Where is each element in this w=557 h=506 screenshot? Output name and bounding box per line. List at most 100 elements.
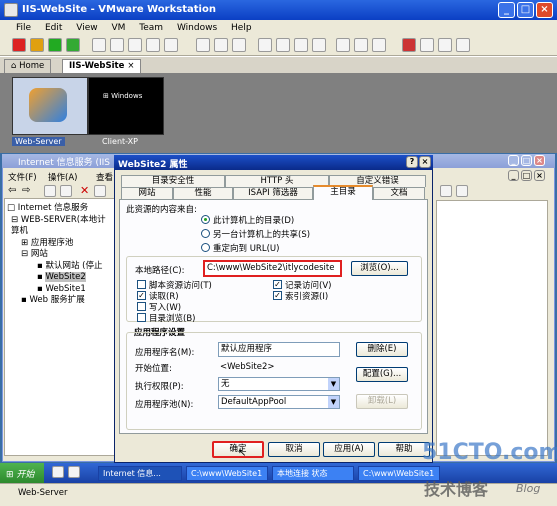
iis-maximize-icon[interactable]: □ xyxy=(521,155,532,166)
unity-icon[interactable] xyxy=(372,38,386,52)
record-icon[interactable] xyxy=(402,38,416,52)
tab-directory-security[interactable]: 目录安全性 xyxy=(121,175,225,187)
properties-icon[interactable] xyxy=(94,185,106,197)
checkbox-index-resource[interactable]: ✓ xyxy=(273,291,282,300)
tab-iis-website[interactable]: IIS-WebSite × xyxy=(62,59,142,73)
iis-menu-view[interactable]: 查看 xyxy=(96,171,113,183)
close-tab-icon[interactable]: × xyxy=(127,61,134,71)
radio-redirect-url[interactable] xyxy=(201,243,210,252)
minimize-icon[interactable]: _ xyxy=(498,2,515,18)
tab-website[interactable]: 网站 xyxy=(121,187,173,199)
clone-icon[interactable] xyxy=(164,38,178,52)
settings-icon[interactable] xyxy=(196,38,210,52)
appliance-icon[interactable] xyxy=(336,38,350,52)
suspend-icon[interactable] xyxy=(30,38,44,52)
menu-vm[interactable]: VM xyxy=(111,23,125,33)
checkbox-directory-browsing[interactable] xyxy=(137,313,146,322)
cancel-button[interactable]: 取消 xyxy=(268,442,320,457)
tree-node-websites[interactable]: ⊟ 网站 xyxy=(7,249,113,261)
menu-help[interactable]: Help xyxy=(231,23,252,33)
snapshot-icon[interactable] xyxy=(92,38,106,52)
up-folder-icon[interactable] xyxy=(44,185,56,197)
console-icon[interactable] xyxy=(354,38,368,52)
dropdown-arrow-icon[interactable]: ▼ xyxy=(328,396,339,408)
radio-local-directory[interactable] xyxy=(201,215,210,224)
execute-permissions-select[interactable]: 无 xyxy=(218,377,340,391)
apply-button[interactable]: 应用(A) xyxy=(323,442,375,457)
tree-node-server[interactable]: ⊟ WEB-SERVER(本地计算机 xyxy=(7,215,113,238)
tree-node-app-pools[interactable]: ⊞ 应用程序池 xyxy=(7,238,113,250)
show-tree-icon[interactable] xyxy=(60,185,72,197)
child-minimize-icon[interactable]: _ xyxy=(508,170,519,181)
quicklaunch-desktop-icon[interactable] xyxy=(52,466,64,478)
checkbox-write[interactable] xyxy=(137,302,146,311)
forward-icon[interactable]: ⇨ xyxy=(22,185,30,196)
iis-minimize-icon[interactable]: _ xyxy=(508,155,519,166)
child-close-icon[interactable]: × xyxy=(534,170,545,181)
capture-icon[interactable] xyxy=(438,38,452,52)
local-path-input[interactable]: C:\www\WebSite2\itlycodesite xyxy=(203,260,342,277)
devices-icon[interactable] xyxy=(214,38,228,52)
checkbox-log-visits[interactable]: ✓ xyxy=(273,280,282,289)
tab-home-directory[interactable]: 主目录 xyxy=(313,185,373,200)
reset-icon[interactable] xyxy=(66,38,80,52)
full-screen-icon[interactable] xyxy=(276,38,290,52)
child-maximize-icon[interactable]: □ xyxy=(521,170,532,181)
vm-thumb-web-server[interactable] xyxy=(12,77,88,135)
back-icon[interactable]: ⇦ xyxy=(8,185,16,196)
checkbox-script-source[interactable] xyxy=(137,280,146,289)
power-off-icon[interactable] xyxy=(12,38,26,52)
radio-network-share[interactable] xyxy=(201,229,210,238)
movie-icon[interactable] xyxy=(456,38,470,52)
replay-icon[interactable] xyxy=(420,38,434,52)
tab-performance[interactable]: 性能 xyxy=(173,187,233,199)
browse-button[interactable]: 浏览(O)... xyxy=(351,261,408,276)
checkbox-read[interactable]: ✓ xyxy=(137,291,146,300)
unload-button[interactable]: 卸载(L) xyxy=(356,394,408,409)
view-console-icon[interactable] xyxy=(258,38,272,52)
iis-content-pane xyxy=(436,200,548,456)
menu-team[interactable]: Team xyxy=(139,23,163,33)
configure-button[interactable]: 配置(G)... xyxy=(356,367,408,382)
remove-button[interactable]: 删除(E) xyxy=(356,342,408,357)
dropdown-arrow-icon[interactable]: ▼ xyxy=(328,378,339,390)
tree-node-default-site[interactable]: ▪ 默认网站 (停止 xyxy=(7,261,113,273)
power-on-icon[interactable] xyxy=(48,38,62,52)
app-pool-select[interactable]: DefaultAppPool xyxy=(218,395,340,409)
dialog-close-icon[interactable]: × xyxy=(419,156,431,168)
summary-view-icon[interactable] xyxy=(312,38,326,52)
task-iis[interactable]: Internet 信息... xyxy=(98,466,182,481)
menu-file[interactable]: File xyxy=(16,23,31,33)
tree-node-website2[interactable]: ▪ WebSite2 xyxy=(7,272,113,284)
start-icon[interactable] xyxy=(440,185,452,197)
dialog-help-icon[interactable]: ? xyxy=(406,156,418,168)
tree-node-website1[interactable]: ▪ WebSite1 xyxy=(7,284,113,296)
maximize-icon[interactable]: □ xyxy=(517,2,534,18)
tree-node-web-ext[interactable]: ▪ Web 服务扩展 xyxy=(7,295,113,307)
tab-documents[interactable]: 文档 xyxy=(373,187,425,199)
snapshot-manager-icon[interactable] xyxy=(128,38,142,52)
vm-thumb-client-xp[interactable]: ⊞ Windows xyxy=(88,77,164,135)
network-icon[interactable] xyxy=(232,38,246,52)
quick-switch-icon[interactable] xyxy=(294,38,308,52)
team-icon[interactable] xyxy=(146,38,160,52)
menu-edit[interactable]: Edit xyxy=(45,23,62,33)
iis-menu-file[interactable]: 文件(F) xyxy=(8,171,37,183)
task-website1-a[interactable]: C:\www\WebSite1 xyxy=(186,466,268,481)
start-button[interactable]: ⊞ 开始 xyxy=(0,463,44,483)
tree-node-iis[interactable]: □ Internet 信息服务 xyxy=(7,203,113,215)
stop-icon[interactable] xyxy=(456,185,468,197)
task-local-connection[interactable]: 本地连接 状态 xyxy=(272,466,354,481)
menu-view[interactable]: View xyxy=(76,23,97,33)
iis-close-icon[interactable]: × xyxy=(534,155,545,166)
menu-windows[interactable]: Windows xyxy=(177,23,217,33)
iis-menu-action[interactable]: 操作(A) xyxy=(48,171,77,183)
revert-icon[interactable] xyxy=(110,38,124,52)
tab-home[interactable]: ⌂ Home xyxy=(4,59,52,73)
delete-icon[interactable]: ✕ xyxy=(80,184,89,197)
app-name-input[interactable]: 默认应用程序 xyxy=(218,342,340,357)
tab-isapi-filters[interactable]: ISAPI 筛选器 xyxy=(233,187,313,199)
tree-node-default-site-label: 默认网站 (停止 xyxy=(45,260,103,271)
quicklaunch-ie-icon[interactable] xyxy=(68,466,80,478)
close-icon[interactable]: × xyxy=(536,2,553,18)
